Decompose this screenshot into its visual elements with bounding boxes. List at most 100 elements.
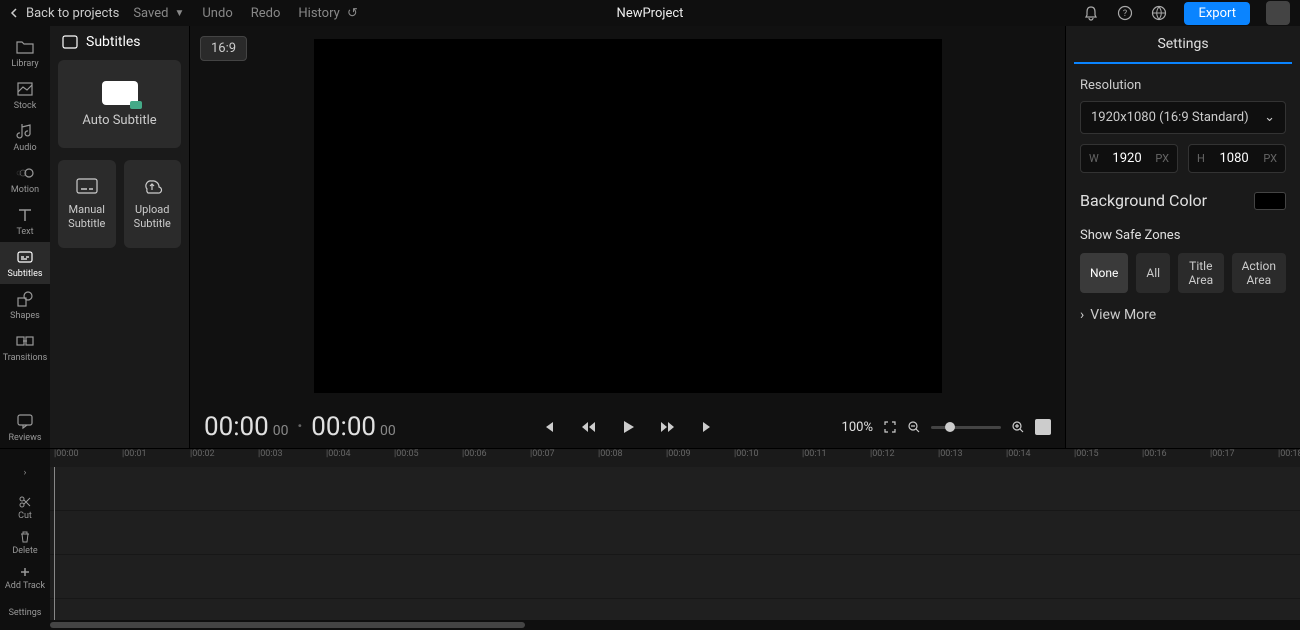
add-track-label: Add Track bbox=[5, 581, 45, 591]
auto-subtitle-label: Auto Subtitle bbox=[82, 113, 156, 128]
export-button[interactable]: Export bbox=[1184, 2, 1250, 25]
zoom-in-icon[interactable] bbox=[1011, 420, 1025, 434]
topbar: Back to projects Saved ▼ Undo Redo Histo… bbox=[0, 0, 1300, 26]
delete-label: Delete bbox=[12, 546, 37, 556]
delete-tool[interactable]: Delete bbox=[12, 525, 37, 560]
safe-action-button[interactable]: Action Area bbox=[1232, 253, 1286, 293]
ruler-tick: |00:16 bbox=[1142, 449, 1167, 459]
history-button[interactable]: History ↺ bbox=[298, 6, 358, 21]
avatar[interactable] bbox=[1266, 1, 1290, 25]
sidebar-item-motion[interactable]: Motion bbox=[0, 158, 50, 200]
sidebar-item-shapes[interactable]: Shapes bbox=[0, 284, 50, 326]
redo-button[interactable]: Redo bbox=[251, 6, 281, 21]
transitions-icon bbox=[15, 331, 35, 351]
timeline-scrollbar[interactable] bbox=[50, 620, 1300, 630]
sidebar-item-audio[interactable]: Audio bbox=[0, 116, 50, 158]
scissors-icon bbox=[18, 495, 32, 509]
track-row[interactable] bbox=[50, 555, 1300, 599]
add-track-tool[interactable]: Add Track bbox=[5, 560, 45, 595]
zoom-percent[interactable]: 100% bbox=[842, 420, 873, 435]
shapes-icon bbox=[15, 289, 35, 309]
time-separator: · bbox=[297, 412, 304, 442]
playhead[interactable] bbox=[54, 467, 55, 620]
skip-end-button[interactable] bbox=[697, 416, 719, 438]
safe-title-button[interactable]: Title Area bbox=[1178, 253, 1223, 293]
notifications-icon[interactable] bbox=[1082, 4, 1100, 22]
manual-subtitle-tile[interactable]: Manual Subtitle bbox=[58, 160, 116, 248]
aspect-ratio-badge[interactable]: 16:9 bbox=[200, 36, 247, 61]
preview-area: 16:9 00:00 00 · 00:00 00 100% bbox=[190, 26, 1065, 448]
subtitles-icon bbox=[15, 247, 35, 267]
sidebar-item-stock[interactable]: Stock bbox=[0, 74, 50, 116]
height-value: 1080 bbox=[1211, 151, 1257, 166]
chevron-down-icon: ⌄ bbox=[1264, 110, 1275, 125]
ruler-tick: |00:09 bbox=[666, 449, 691, 459]
bg-color-swatch[interactable] bbox=[1254, 192, 1286, 210]
view-more-toggle[interactable]: › View More bbox=[1080, 307, 1286, 323]
subtitles-panel-title: Subtitles bbox=[86, 34, 141, 50]
height-input[interactable]: H 1080 PX bbox=[1188, 144, 1286, 173]
timeline-scrollbar-thumb[interactable] bbox=[50, 622, 525, 628]
sidebar-item-subtitles[interactable]: Subtitles bbox=[0, 242, 50, 284]
timeline-area: › Cut Delete Add Track Settings |00:00|0… bbox=[0, 448, 1300, 630]
play-button[interactable] bbox=[617, 416, 639, 438]
settings-tab[interactable]: Settings bbox=[1074, 26, 1292, 64]
current-time: 00:00 bbox=[204, 412, 269, 442]
track-row[interactable] bbox=[50, 467, 1300, 511]
sidebar-item-reviews[interactable]: Reviews bbox=[0, 406, 50, 448]
left-sidebar: Library Stock Audio Motion Text Subtitle… bbox=[0, 26, 50, 448]
total-time: 00:00 bbox=[311, 412, 376, 442]
timeline-ruler[interactable]: |00:00|00:01|00:02|00:03|00:04|00:05|00:… bbox=[50, 449, 1300, 467]
cut-label: Cut bbox=[18, 511, 32, 521]
back-to-projects-link[interactable]: Back to projects bbox=[26, 6, 119, 21]
language-icon[interactable] bbox=[1150, 4, 1168, 22]
chevron-right-icon: › bbox=[1080, 307, 1084, 323]
auto-subtitle-tile[interactable]: Auto Subtitle bbox=[58, 60, 181, 148]
resolution-select[interactable]: 1920x1080 (16:9 Standard) ⌄ bbox=[1080, 101, 1286, 134]
safe-zone-options: None All Title Area Action Area bbox=[1080, 253, 1286, 293]
back-chevron-icon[interactable] bbox=[10, 8, 20, 18]
safe-all-button[interactable]: All bbox=[1136, 253, 1170, 293]
ruler-tick: |00:01 bbox=[122, 449, 147, 459]
safe-none-button[interactable]: None bbox=[1080, 253, 1128, 293]
sidebar-item-transitions[interactable]: Transitions bbox=[0, 326, 50, 368]
ruler-tick: |00:13 bbox=[938, 449, 963, 459]
sidebar-item-text[interactable]: Text bbox=[0, 200, 50, 242]
zoom-slider[interactable] bbox=[931, 426, 1001, 429]
timeline-settings-tool[interactable]: Settings bbox=[9, 595, 42, 630]
sidebar-label: Library bbox=[11, 59, 38, 69]
timeline-tracks[interactable] bbox=[50, 467, 1300, 620]
ruler-tick: |00:08 bbox=[598, 449, 623, 459]
fit-button[interactable] bbox=[1035, 419, 1051, 435]
upload-subtitle-tile[interactable]: Upload Subtitle bbox=[124, 160, 182, 248]
reviews-icon bbox=[15, 411, 35, 431]
saved-dropdown-caret-icon[interactable]: ▼ bbox=[174, 8, 184, 19]
text-icon bbox=[15, 205, 35, 225]
undo-button[interactable]: Undo bbox=[202, 6, 232, 21]
cut-tool[interactable]: Cut bbox=[18, 490, 32, 525]
forward-button[interactable] bbox=[657, 416, 679, 438]
timeline-tracks-area: |00:00|00:01|00:02|00:03|00:04|00:05|00:… bbox=[50, 449, 1300, 630]
zoom-out-icon[interactable] bbox=[907, 420, 921, 434]
motion-icon bbox=[15, 163, 35, 183]
skip-start-button[interactable] bbox=[537, 416, 559, 438]
rewind-button[interactable] bbox=[577, 416, 599, 438]
zoom-controls: 100% bbox=[842, 419, 1051, 435]
help-icon[interactable]: ? bbox=[1116, 4, 1134, 22]
audio-icon bbox=[15, 121, 35, 141]
fullscreen-icon[interactable] bbox=[883, 420, 897, 434]
resolution-value: 1920x1080 (16:9 Standard) bbox=[1091, 110, 1249, 125]
sidebar-item-library[interactable]: Library bbox=[0, 32, 50, 74]
transport-controls bbox=[537, 416, 719, 438]
track-row[interactable] bbox=[50, 511, 1300, 555]
width-input[interactable]: W 1920 PX bbox=[1080, 144, 1178, 173]
video-canvas[interactable] bbox=[314, 39, 942, 393]
ruler-tick: |00:03 bbox=[258, 449, 283, 459]
safe-zones-label: Show Safe Zones bbox=[1080, 228, 1286, 243]
sidebar-label: Shapes bbox=[10, 311, 40, 321]
project-name[interactable]: NewProject bbox=[617, 6, 684, 21]
sidebar-label: Subtitles bbox=[7, 269, 42, 279]
timeline-expand-button[interactable]: › bbox=[24, 455, 27, 490]
trash-icon bbox=[18, 530, 32, 544]
zoom-slider-thumb[interactable] bbox=[945, 422, 955, 432]
